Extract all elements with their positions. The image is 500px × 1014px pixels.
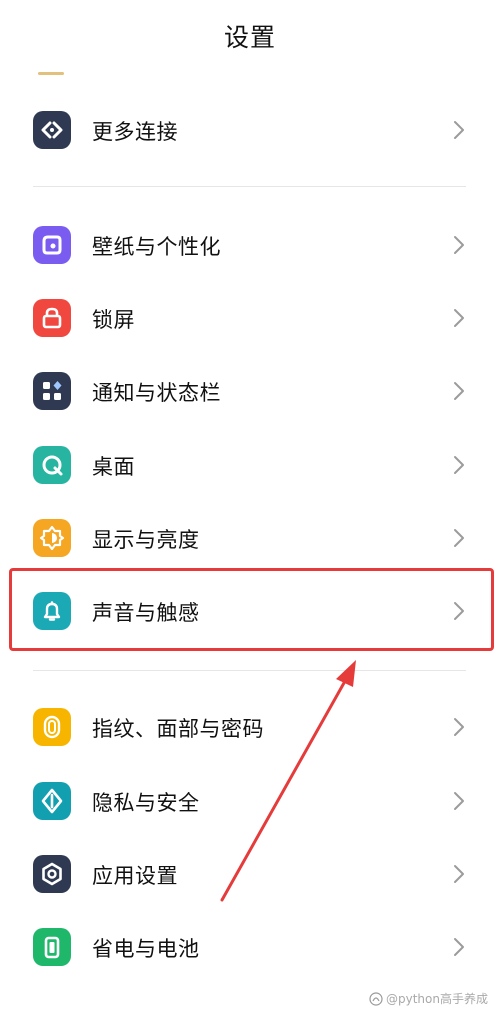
settings-item-label: 隐私与安全 xyxy=(92,791,200,815)
chevron-right-icon xyxy=(452,381,466,401)
battery-icon xyxy=(33,928,71,966)
settings-item-notifications[interactable]: 通知与状态栏 xyxy=(0,356,500,426)
chevron-right-icon xyxy=(452,120,466,140)
fingerprint-icon xyxy=(33,708,71,746)
scrolled-item-peek xyxy=(38,72,64,75)
shield-icon xyxy=(33,782,71,820)
chevron-right-icon xyxy=(452,455,466,475)
chevron-right-icon xyxy=(452,235,466,255)
settings-item-label: 锁屏 xyxy=(92,308,135,332)
settings-item-label: 桌面 xyxy=(92,455,135,479)
theme-icon xyxy=(33,226,71,264)
lock-icon xyxy=(33,299,71,337)
chevron-right-icon xyxy=(452,308,466,328)
header: 设置 xyxy=(0,0,500,70)
settings-item-label: 省电与电池 xyxy=(92,937,200,961)
settings-item-display[interactable]: 显示与亮度 xyxy=(0,503,500,573)
settings-item-desktop[interactable]: 桌面 xyxy=(0,430,500,500)
gear-icon xyxy=(33,855,71,893)
settings-item-fingerprint[interactable]: 指纹、面部与密码 xyxy=(0,692,500,762)
watermark-text: @python高手养成 xyxy=(386,992,488,1006)
grid-icon xyxy=(33,372,71,410)
home-icon xyxy=(33,446,71,484)
settings-item-battery[interactable]: 省电与电池 xyxy=(0,912,500,982)
brightness-icon xyxy=(33,519,71,557)
section-divider xyxy=(33,670,466,671)
settings-item-privacy[interactable]: 隐私与安全 xyxy=(0,766,500,836)
chevron-right-icon xyxy=(452,937,466,957)
watermark-logo-icon xyxy=(369,992,383,1006)
settings-item-apps[interactable]: 应用设置 xyxy=(0,839,500,909)
settings-item-label: 通知与状态栏 xyxy=(92,381,221,405)
chevron-right-icon xyxy=(452,864,466,884)
chevron-right-icon xyxy=(452,717,466,737)
settings-item-label: 指纹、面部与密码 xyxy=(92,717,264,741)
link-icon xyxy=(33,111,71,149)
page-title: 设置 xyxy=(223,23,276,52)
chevron-right-icon xyxy=(452,528,466,548)
chevron-right-icon xyxy=(452,791,466,811)
settings-item-label: 显示与亮度 xyxy=(92,528,200,552)
settings-item-label: 壁纸与个性化 xyxy=(92,235,221,259)
section-divider xyxy=(33,186,466,187)
settings-item-label: 更多连接 xyxy=(92,120,178,144)
settings-item-lockscreen[interactable]: 锁屏 xyxy=(0,283,500,353)
settings-item-label: 应用设置 xyxy=(92,864,178,888)
settings-item-wallpaper[interactable]: 壁纸与个性化 xyxy=(0,210,500,280)
settings-item-more-connect[interactable]: 更多连接 xyxy=(0,95,500,165)
highlight-box xyxy=(9,568,494,651)
